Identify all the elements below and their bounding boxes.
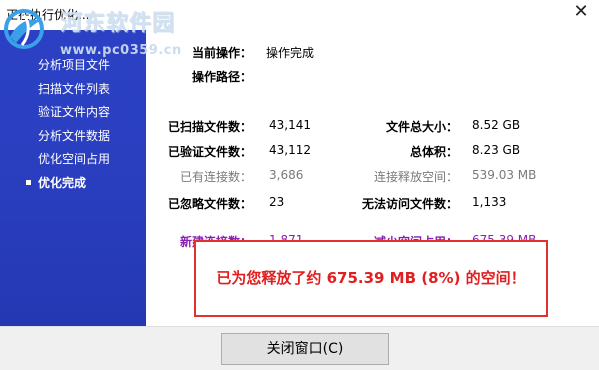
inaccessible-label: 无法访问文件数： [361, 197, 458, 211]
ignored-label: 已忽略文件数： [167, 197, 252, 211]
footer-bar: 关闭窗口(C) [0, 326, 599, 370]
sidebar-item-scan-list: 扫描文件列表 [26, 81, 110, 105]
watermark-logo-icon [4, 9, 44, 49]
current-op-label: 当前操作： [191, 46, 252, 60]
link-released-value: 539.03 MB [472, 168, 537, 182]
link-released-label: 连接释放空间： [373, 170, 458, 184]
close-icon[interactable]: ✕ [571, 2, 591, 22]
total-size-label: 文件总大小： [385, 120, 458, 134]
total-size-value: 8.52 GB [472, 118, 521, 132]
total-volume-label: 总体积： [409, 145, 458, 159]
links-value: 3,686 [269, 168, 304, 182]
sidebar-item-analyze-data: 分析文件数据 [26, 128, 110, 152]
path-label: 操作路径： [191, 70, 252, 84]
verified-label: 已验证文件数： [167, 145, 252, 159]
sidebar-item-label: 优化空间占用 [38, 152, 111, 166]
current-op-value: 操作完成 [266, 46, 315, 60]
close-window-button[interactable]: 关闭窗口(C) [221, 333, 389, 365]
sidebar-item-label: 验证文件内容 [38, 105, 111, 119]
inaccessible-value: 1,133 [472, 195, 507, 209]
verified-value: 43,112 [269, 143, 311, 157]
bullet-icon [26, 179, 31, 185]
sidebar-steps: 分析项目文件 扫描文件列表 验证文件内容 分析文件数据 优化空间占用 优化完成 [26, 57, 110, 198]
result-callout: 已为您释放了约 675.39 MB (8%) 的空间！ [194, 240, 548, 317]
scanned-value: 43,141 [269, 118, 311, 132]
ignored-value: 23 [269, 195, 285, 209]
total-volume-value: 8.23 GB [472, 143, 521, 157]
scanned-label: 已扫描文件数： [167, 120, 252, 134]
sidebar-item-label: 优化完成 [38, 175, 87, 190]
sidebar-item-complete: 优化完成 [26, 175, 110, 199]
sidebar-item-verify-content: 验证文件内容 [26, 104, 110, 128]
sidebar: 分析项目文件 扫描文件列表 验证文件内容 分析文件数据 优化空间占用 优化完成 [0, 30, 146, 326]
sidebar-item-label: 扫描文件列表 [38, 81, 111, 96]
links-label: 已有连接数： [179, 170, 252, 184]
sidebar-item-label: 分析文件数据 [38, 128, 111, 143]
result-message: 已为您释放了约 675.39 MB (8%) 的空间！ [216, 269, 526, 287]
sidebar-item-optimize-space: 优化空间占用 [26, 151, 110, 175]
